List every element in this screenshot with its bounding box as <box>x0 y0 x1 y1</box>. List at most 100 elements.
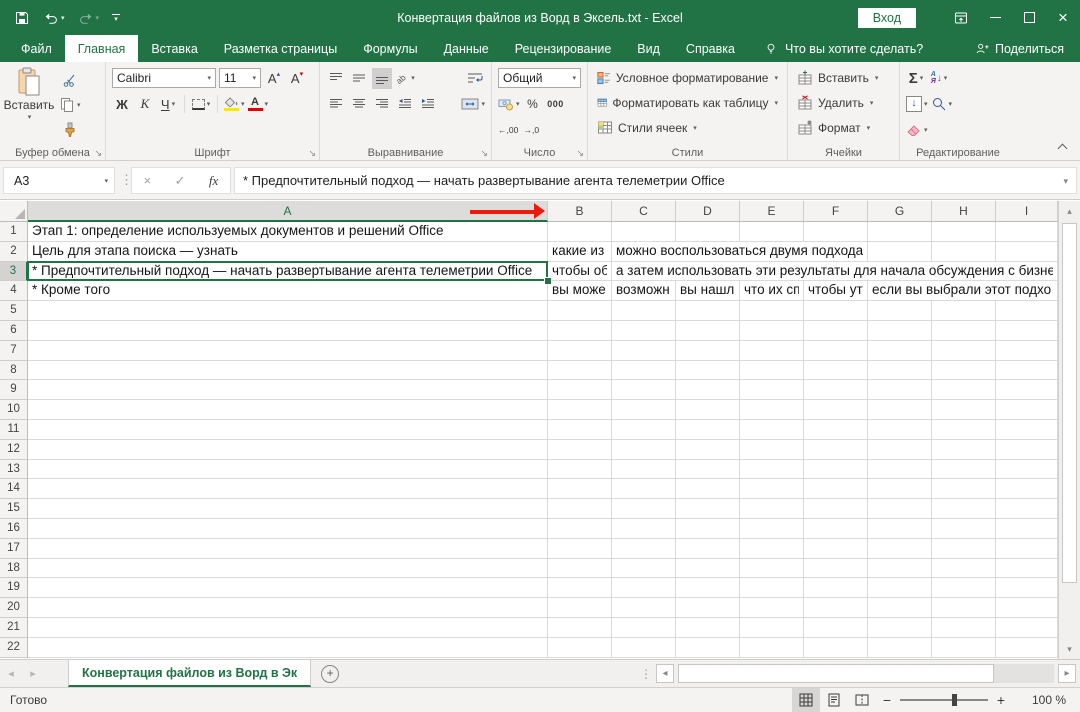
row-header-15[interactable]: 15 <box>0 499 28 519</box>
enter-entry-icon[interactable]: ✓ <box>175 173 186 189</box>
borders-dropdown-icon[interactable]: ▾ <box>207 100 211 108</box>
format-painter-button[interactable] <box>59 119 81 140</box>
row-header-19[interactable]: 19 <box>0 578 28 598</box>
align-center-button[interactable] <box>349 94 369 115</box>
conditional-dropdown-icon[interactable]: ▾ <box>774 74 778 82</box>
fill-color-dropdown-icon[interactable]: ▾ <box>241 100 245 108</box>
cell-C3[interactable]: а затем использовать эти результаты для … <box>616 262 1053 281</box>
scroll-left-button[interactable]: ◂ <box>656 664 674 683</box>
align-left-button[interactable] <box>326 94 346 115</box>
paste-dropdown-icon[interactable]: ▾ <box>28 113 32 121</box>
cell-B2[interactable]: какие из <box>552 242 607 261</box>
cell-D4[interactable]: вы нашли <box>680 281 735 300</box>
percent-style-button[interactable]: % <box>523 94 543 115</box>
column-header-G[interactable]: G <box>868 201 932 222</box>
accounting-format-button[interactable]: ▾ <box>498 94 520 115</box>
paste-button[interactable]: Вставить ▾ <box>3 65 55 140</box>
tab-4[interactable]: Разметка страницы <box>211 35 350 62</box>
column-header-E[interactable]: E <box>740 201 804 222</box>
scroll-up-button[interactable]: ▴ <box>1061 203 1078 219</box>
cell-A1[interactable]: Этап 1: определение используемых докумен… <box>32 222 543 241</box>
tab-8[interactable]: Вид <box>624 35 673 62</box>
minimize-button[interactable] <box>978 0 1012 35</box>
new-sheet-button[interactable]: + <box>311 660 349 687</box>
sign-in-button[interactable]: Вход <box>858 8 916 28</box>
horizontal-scrollbar-thumb[interactable] <box>678 664 994 683</box>
maximize-button[interactable] <box>1012 0 1046 35</box>
ribbon-display-options-button[interactable] <box>944 0 978 35</box>
sort-filter-button[interactable]: АЯ↓▾ <box>929 68 949 89</box>
find-select-button[interactable]: ▾ <box>931 94 953 115</box>
cell-C2[interactable]: можно воспользоваться двумя подходами. <box>616 242 863 261</box>
accounting-dropdown-icon[interactable]: ▾ <box>516 100 520 108</box>
row-header-13[interactable]: 13 <box>0 460 28 480</box>
align-middle-button[interactable] <box>349 68 369 89</box>
scroll-right-button[interactable]: ▸ <box>1058 664 1076 683</box>
cell-G4[interactable]: если вы выбрали этот подхо <box>872 281 1053 300</box>
delete-cells-button[interactable]: Удалить▾ <box>791 90 896 115</box>
number-dialog-launcher[interactable]: ↘ <box>576 149 584 158</box>
grow-font-button[interactable]: А▴ <box>264 68 284 89</box>
share-button[interactable]: Поделиться <box>975 35 1064 62</box>
find-dropdown-icon[interactable]: ▾ <box>949 100 953 108</box>
cell-B3[interactable]: чтобы об <box>552 262 607 281</box>
row-header-16[interactable]: 16 <box>0 519 28 539</box>
column-header-C[interactable]: C <box>612 201 676 222</box>
tab-3[interactable]: Вставка <box>138 35 210 62</box>
column-header-B[interactable]: B <box>548 201 612 222</box>
vertical-scrollbar[interactable]: ▴ ▾ <box>1058 201 1080 659</box>
underline-button[interactable]: Ч▾ <box>158 94 178 115</box>
row-header-3[interactable]: 3 <box>0 262 28 282</box>
cell-B4[interactable]: вы може <box>552 281 607 300</box>
page-layout-view-button[interactable] <box>820 688 848 712</box>
redo-button[interactable]: ▾ <box>78 10 100 26</box>
row-header-11[interactable]: 11 <box>0 420 28 440</box>
row-header-22[interactable]: 22 <box>0 638 28 658</box>
save-button[interactable] <box>14 10 30 26</box>
clear-dropdown-icon[interactable]: ▾ <box>924 126 928 134</box>
column-header-D[interactable]: D <box>676 201 740 222</box>
row-header-9[interactable]: 9 <box>0 380 28 400</box>
name-box-dropdown-icon[interactable]: ▾ <box>104 177 108 185</box>
expand-formula-bar-icon[interactable]: ▾ <box>1063 176 1068 187</box>
scroll-down-button[interactable]: ▾ <box>1061 641 1078 657</box>
row-header-8[interactable]: 8 <box>0 361 28 381</box>
cut-button[interactable] <box>59 69 81 90</box>
row-header-4[interactable]: 4 <box>0 281 28 301</box>
insert-cells-button[interactable]: Вставить▾ <box>791 65 896 90</box>
autosum-button[interactable]: Σ▾ <box>906 68 926 89</box>
increase-indent-button[interactable] <box>418 94 438 115</box>
collapse-ribbon-icon[interactable] <box>1058 144 1068 154</box>
decrease-indent-button[interactable] <box>395 94 415 115</box>
sheet-nav-prev-icon[interactable]: ◂ <box>0 660 22 687</box>
zoom-out-button[interactable]: − <box>876 692 898 708</box>
select-all-corner[interactable] <box>0 201 28 222</box>
page-break-view-button[interactable] <box>848 688 876 712</box>
sheet-tab-active[interactable]: Конвертация файлов из Ворд в Эк <box>68 660 311 687</box>
vertical-scrollbar-thumb[interactable] <box>1062 223 1077 583</box>
format-table-dropdown-icon[interactable]: ▾ <box>774 99 778 107</box>
format-cells-button[interactable]: Формат▾ <box>791 115 896 140</box>
align-bottom-button[interactable] <box>372 68 392 89</box>
column-header-F[interactable]: F <box>804 201 868 222</box>
undo-button[interactable]: ▾ <box>43 10 65 26</box>
orientation-dropdown-icon[interactable]: ▾ <box>411 74 415 82</box>
align-top-button[interactable] <box>326 68 346 89</box>
comma-style-button[interactable]: 000 <box>546 94 566 115</box>
formula-input[interactable]: * Предпочтительный подход — начать разве… <box>234 167 1077 194</box>
insert-function-icon[interactable]: fx <box>209 173 218 189</box>
fill-color-button[interactable]: ▾ <box>224 94 245 115</box>
customize-quick-access-button[interactable]: ▾ <box>112 14 120 22</box>
row-header-12[interactable]: 12 <box>0 440 28 460</box>
tab-2[interactable]: Главная <box>65 35 139 62</box>
tab-6[interactable]: Данные <box>431 35 502 62</box>
clear-button[interactable]: ▾ <box>906 120 928 141</box>
delete-dropdown-icon[interactable]: ▾ <box>870 99 874 107</box>
horizontal-scrollbar[interactable]: ⋮ ◂ ▸ <box>640 660 1080 687</box>
wrap-text-button[interactable] <box>465 68 485 89</box>
zoom-level[interactable]: 100 % <box>1018 693 1066 707</box>
bold-button[interactable]: Ж <box>112 94 132 115</box>
row-header-10[interactable]: 10 <box>0 400 28 420</box>
underline-dropdown-icon[interactable]: ▾ <box>172 100 176 108</box>
cell-A4[interactable]: * Кроме того <box>32 281 543 300</box>
